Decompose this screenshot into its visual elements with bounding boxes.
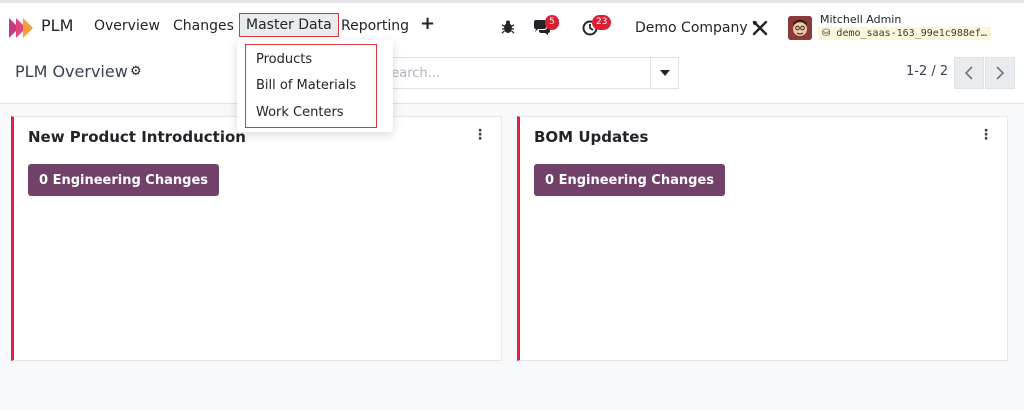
search-input[interactable] <box>371 58 650 88</box>
chevron-right-icon <box>996 66 1004 80</box>
dropdown-item-work-centers[interactable]: Work Centers <box>256 105 344 120</box>
tools-icon[interactable] <box>752 20 768 36</box>
chevron-left-icon <box>965 66 973 80</box>
menu-overview[interactable]: Overview <box>94 18 160 34</box>
kebab-icon[interactable]: ⋮ <box>979 127 993 143</box>
engineering-changes-button[interactable]: 0 Engineering Changes <box>28 164 219 196</box>
user-name[interactable]: Mitchell Admin <box>820 13 901 26</box>
menu-master-data[interactable]: Master Data <box>239 13 339 37</box>
database-chip: ⛁ demo_saas-163_99e1c988ef… <box>818 27 991 40</box>
pager-next-button[interactable] <box>985 57 1015 89</box>
dropdown-highlight: Products Bill of Materials Work Centers <box>245 44 377 128</box>
kebab-icon[interactable]: ⋮ <box>473 127 487 143</box>
kanban-card[interactable]: New Product Introduction ⋮ 0 Engineering… <box>11 116 502 361</box>
company-switcher[interactable]: Demo Company <box>635 20 748 36</box>
app-title[interactable]: PLM <box>41 16 73 35</box>
database-icon: ⛁ <box>822 28 831 39</box>
dropdown-item-bill-of-materials[interactable]: Bill of Materials <box>256 78 356 93</box>
app-logo-icon[interactable] <box>9 18 37 38</box>
pager-value[interactable]: 1-2 / 2 <box>906 64 948 79</box>
top-navbar: PLM Overview Changes Master Data Reporti… <box>0 0 1024 50</box>
user-avatar[interactable] <box>788 16 812 40</box>
card-title: New Product Introduction <box>28 128 246 146</box>
activities-badge: 23 <box>592 15 612 30</box>
page-title: PLM Overview <box>15 62 128 81</box>
gear-icon[interactable]: ⚙ <box>130 64 142 79</box>
menu-reporting[interactable]: Reporting <box>341 18 409 34</box>
card-title: BOM Updates <box>534 128 649 146</box>
messages-badge: 5 <box>545 15 559 30</box>
control-panel: PLM Overview ⚙ 1-2 / 2 <box>0 50 1024 104</box>
database-name: demo_saas-163_99e1c988ef… <box>836 28 987 39</box>
engineering-changes-button[interactable]: 0 Engineering Changes <box>534 164 725 196</box>
bug-icon[interactable] <box>500 19 516 35</box>
search-options-toggle[interactable] <box>650 57 679 89</box>
kanban-card[interactable]: BOM Updates ⋮ 0 Engineering Changes <box>517 116 1008 361</box>
dropdown-item-products[interactable]: Products <box>256 52 312 67</box>
menu-changes[interactable]: Changes <box>173 18 234 34</box>
add-menu-button[interactable]: + <box>420 13 435 34</box>
caret-down-icon <box>659 70 670 76</box>
master-data-dropdown: Products Bill of Materials Work Centers <box>237 40 393 132</box>
pager-previous-button[interactable] <box>954 57 984 89</box>
search-box <box>370 57 650 89</box>
